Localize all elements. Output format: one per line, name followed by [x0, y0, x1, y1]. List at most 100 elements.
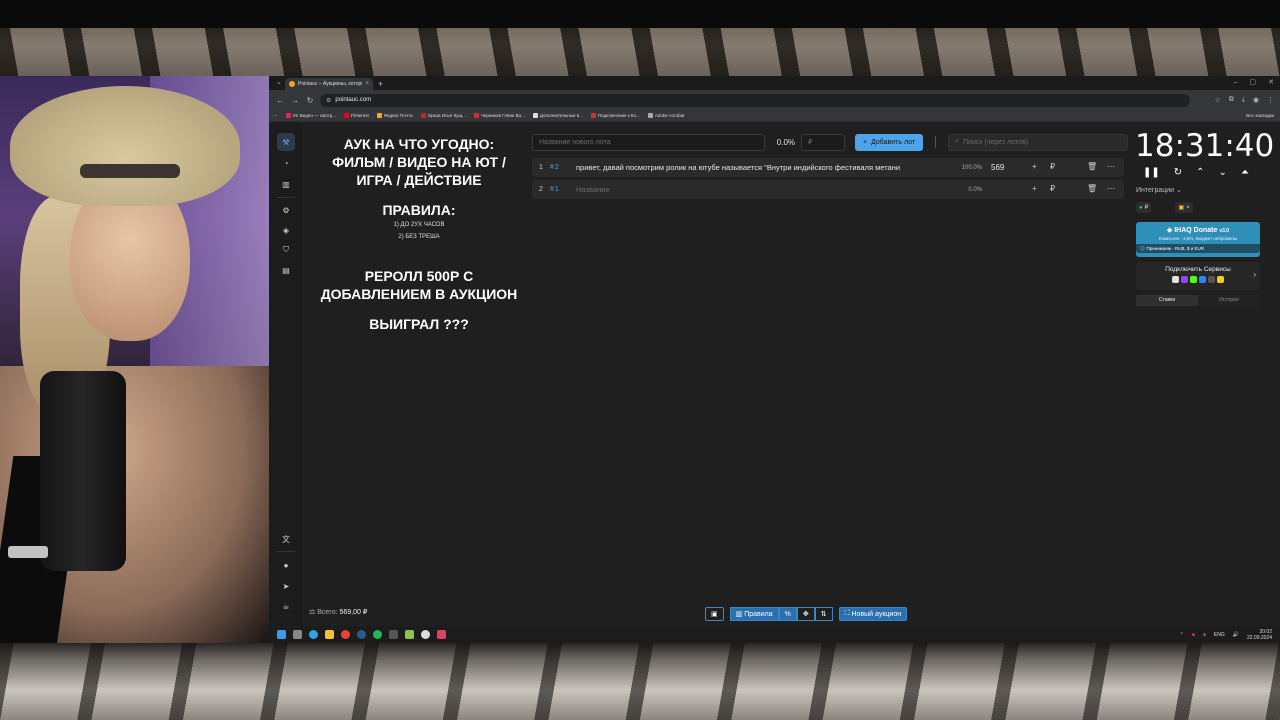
delete-icon[interactable]: 🗑	[1087, 184, 1097, 193]
connect-services-card[interactable]: Подключить Сервисы ›	[1136, 262, 1260, 290]
ruble-icon[interactable]: ₽	[1050, 184, 1055, 193]
tab-search-icon[interactable]: ⌄	[273, 76, 285, 90]
more-dots-icon[interactable]: ⋯	[1107, 162, 1115, 171]
ruble-icon[interactable]: ₽	[1050, 162, 1055, 171]
library-icon[interactable]: ▤	[277, 261, 295, 279]
task-view-icon[interactable]	[293, 630, 302, 639]
maximize-icon[interactable]: ▢	[1250, 76, 1257, 90]
settings-gear-icon[interactable]: ⚙	[277, 201, 295, 219]
twitch-icon: ▣	[1178, 205, 1185, 211]
total-label: Всего:	[317, 609, 338, 616]
more-dots-icon[interactable]: ⋯	[1107, 184, 1115, 193]
lot-amount-input[interactable]: ₽	[801, 133, 845, 151]
lot-row[interactable]: 1 #2 привет, давай посмотрим ролик на ют…	[532, 158, 1124, 177]
bookmark-item[interactable]: Яндекс Почта	[376, 113, 413, 118]
percent-toggle[interactable]: %	[778, 607, 797, 621]
bookmark-item[interactable]: Дополнительные в...	[532, 113, 583, 118]
url-field[interactable]: ⚙ pointauc.com	[320, 93, 1190, 107]
ihaq-donate-card[interactable]: ◆ IHAQ Donate v3.0 Комиссия - 3,5%, Бюдж…	[1136, 222, 1260, 257]
lot-name[interactable]: привет, давай посмотрим ролик на ютубе н…	[576, 163, 944, 172]
extensions-icon[interactable]: ⧉	[1229, 96, 1234, 104]
close-window-icon[interactable]: ✕	[1268, 76, 1274, 90]
move-button[interactable]: ✥	[796, 607, 815, 621]
app-icon[interactable]	[389, 630, 398, 639]
language-indicator[interactable]: ENG	[1214, 632, 1225, 638]
menu-dots-icon[interactable]: ⋮	[1267, 96, 1274, 104]
all-bookmarks-link[interactable]: Все закладки	[1246, 110, 1274, 122]
profile-avatar-icon[interactable]: ◉	[1253, 96, 1259, 104]
tray-app-icon[interactable]: ■	[1203, 632, 1206, 638]
stats-icon[interactable]: ▥	[277, 175, 295, 193]
plus-icon: +	[863, 138, 868, 146]
lot-row[interactable]: 2 #1 Название 0.0% + ₽ 🗑 ⋯	[532, 180, 1124, 199]
steam-icon[interactable]	[357, 630, 366, 639]
save-button[interactable]: ▣	[705, 607, 724, 621]
site-info-icon[interactable]: ⚙	[326, 97, 331, 104]
new-auction-button[interactable]: ⛶ Новый аукцион	[838, 607, 908, 621]
windows-taskbar: ⌃ ■ ■ ENG 🔊 20:02 22.09.2024	[269, 626, 1280, 643]
reroll-line-2: ДОБАВЛЕНИЕМ В АУКЦИОН	[320, 286, 518, 302]
download-icon[interactable]: ⤓	[1242, 96, 1245, 104]
game-icon[interactable]	[405, 630, 414, 639]
shield-icon[interactable]: ⛉	[277, 241, 295, 259]
pause-icon[interactable]: ❚❚	[1143, 167, 1160, 178]
obs-icon[interactable]	[421, 630, 430, 639]
github-icon[interactable]: ●	[277, 556, 295, 574]
integrations-dropdown[interactable]: Интеграции ⌄	[1136, 186, 1182, 194]
apps-icon[interactable]: ⋯	[273, 113, 278, 119]
tab-history[interactable]: История	[1198, 295, 1260, 306]
ruble-icon: ₽	[1144, 205, 1149, 211]
chevron-up-icon[interactable]: ⌃	[1196, 167, 1204, 178]
browser-tab[interactable]: Pointauc – Аукционы, которые... ×	[285, 78, 373, 90]
tray-chevron-up-icon[interactable]: ⌃	[1180, 632, 1184, 638]
donate-logo-icon: ◆	[1166, 227, 1173, 234]
tab-bets[interactable]: Ставки	[1136, 295, 1198, 306]
minimize-icon[interactable]: –	[1234, 76, 1238, 90]
bookmark-favicon-icon	[285, 113, 291, 118]
spotify-icon[interactable]	[373, 630, 382, 639]
start-icon[interactable]	[277, 630, 286, 639]
lot-name-input[interactable]: Название нового лота	[532, 133, 765, 151]
integration-chip[interactable]: ▣ ×	[1175, 202, 1193, 213]
sort-button[interactable]: ⇅	[814, 607, 833, 621]
add-amount-icon[interactable]: +	[1032, 184, 1037, 193]
goodgame-icon	[1208, 276, 1215, 283]
edge-icon[interactable]	[309, 630, 318, 639]
lot-search-input[interactable]: ⌕ Поиск (через лотов)	[948, 133, 1129, 151]
search-placeholder: Поиск (через лотов)	[963, 138, 1028, 146]
bookmark-item[interactable]: Черников Глеин Во...	[473, 113, 525, 118]
tray-app-icon[interactable]: ■	[1192, 632, 1195, 638]
explorer-icon[interactable]	[325, 630, 334, 639]
lot-name[interactable]: Название	[576, 185, 944, 194]
bookmark-item[interactable]: VK Видео — смотр...	[285, 113, 336, 118]
chrome-icon[interactable]	[341, 630, 350, 639]
tab-title: Pointauc – Аукционы, которые...	[298, 81, 362, 87]
new-tab-icon[interactable]: +	[373, 78, 383, 90]
add-amount-icon[interactable]: +	[1032, 162, 1037, 171]
search-icon: ⌕	[955, 138, 960, 145]
double-chevron-up-icon[interactable]: ⏶	[1241, 167, 1249, 178]
media-icon[interactable]	[437, 630, 446, 639]
bookmark-item[interactable]: Подключение к Ко...	[590, 113, 640, 118]
add-lot-button[interactable]: + Добавить лот	[855, 133, 924, 151]
wheel-icon[interactable]: ◔	[277, 154, 295, 172]
chevron-down-icon[interactable]: ⌄	[1219, 167, 1227, 178]
telegram-icon[interactable]: ➤	[277, 577, 295, 595]
taskbar-clock[interactable]: 20:02 22.09.2024	[1247, 629, 1272, 641]
layers-icon[interactable]: ◈	[277, 221, 295, 239]
volume-icon[interactable]: 🔊	[1233, 632, 1239, 638]
reset-icon[interactable]: ↻	[1174, 167, 1182, 178]
bookmark-item[interactable]: Pinterest	[343, 113, 369, 118]
bookmark-item[interactable]: Adobe Acrobat	[647, 113, 684, 118]
tab-close-icon[interactable]: ×	[365, 81, 369, 87]
translate-icon[interactable]: 文	[277, 530, 295, 548]
reload-icon[interactable]: ↻	[305, 96, 315, 105]
forward-icon[interactable]: →	[290, 96, 300, 105]
rules-button[interactable]: ▥ Правила	[729, 607, 779, 621]
auction-hammer-icon[interactable]: ⚒	[277, 133, 295, 151]
bookmark-item[interactable]: Оркэа Илья Кущ...	[420, 113, 466, 118]
integration-chip[interactable]: ● ₽	[1136, 202, 1152, 213]
bookmark-star-icon[interactable]: ☆	[1215, 96, 1221, 104]
back-icon[interactable]: ←	[275, 96, 285, 105]
delete-icon[interactable]: 🗑	[1087, 162, 1097, 171]
